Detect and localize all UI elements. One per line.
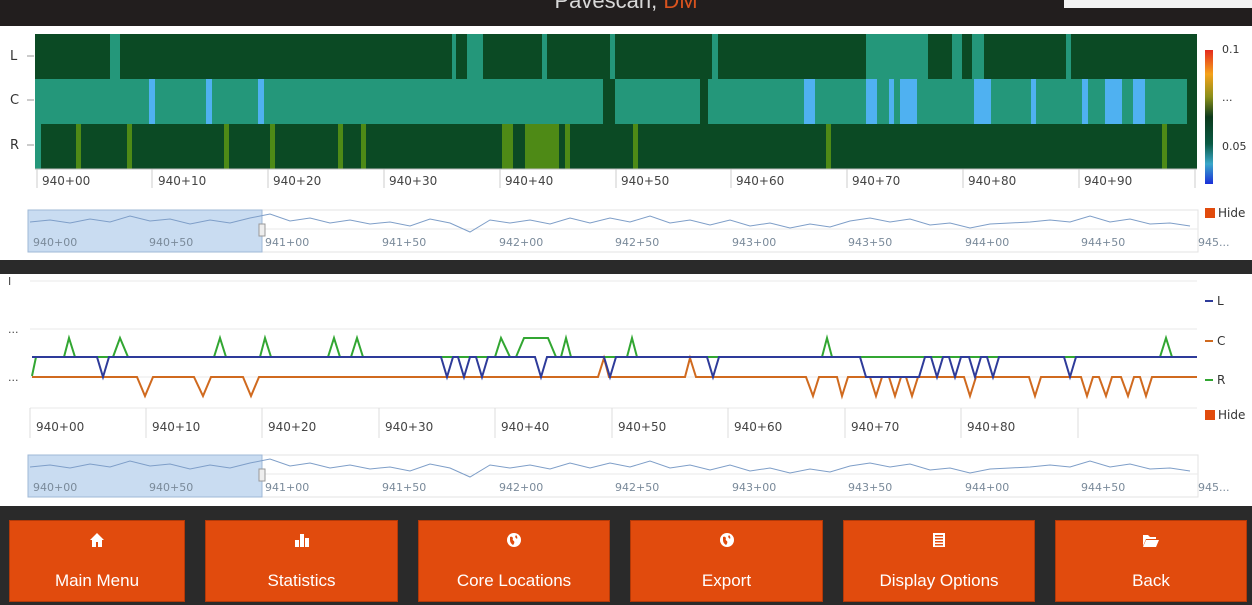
y-tick-1: ...	[8, 323, 19, 336]
heatmap-panel: L C R 0.1 ... 0.05 940+00 940+10 940+20 …	[0, 26, 1252, 260]
hide-toggle-heatmap[interactable]: Hide	[1205, 206, 1245, 220]
nav-tick-6: 943+00	[732, 236, 776, 249]
line-tick-8: 940+80	[967, 420, 1015, 434]
nav2-tick-5: 942+50	[615, 481, 659, 494]
heat-tick-3: 940+30	[389, 174, 437, 188]
hide-toggle-linechart[interactable]: Hide	[1205, 408, 1245, 422]
bottom-toolbar: Main Menu Statistics Core Locations Expo…	[0, 506, 1252, 605]
statistics-button[interactable]: Statistics	[205, 520, 398, 602]
hide-label-heatmap: Hide	[1218, 206, 1245, 220]
home-icon	[10, 531, 184, 549]
heatmap-x-axis: 940+00 940+10 940+20 940+30 940+40 940+5…	[36, 169, 1196, 188]
back-button[interactable]: Back	[1055, 520, 1247, 602]
row-label-L: L	[10, 49, 18, 64]
chart-legend: L C R	[1205, 294, 1225, 387]
display-options-label: Display Options	[879, 571, 999, 590]
colorbar-label-max: 0.1	[1222, 43, 1240, 56]
nav-tick-7: 943+50	[848, 236, 892, 249]
main-menu-label: Main Menu	[54, 571, 140, 590]
folder-open-icon	[1056, 531, 1246, 549]
line-tick-6: 940+60	[734, 420, 782, 434]
nav2-tick-2: 941+00	[265, 481, 309, 494]
nav-tick-2: 941+00	[265, 236, 309, 249]
y-tick-0: I	[8, 275, 11, 288]
nav-tick-0: 940+00	[33, 236, 77, 249]
heat-tick-2: 940+20	[273, 174, 321, 188]
nav2-tick-7: 943+50	[848, 481, 892, 494]
heat-tick-7: 940+70	[852, 174, 900, 188]
row-label-C: C	[10, 93, 19, 108]
title-bar: Pavescan, DM	[0, 0, 1252, 26]
heat-tick-8: 940+80	[968, 174, 1016, 188]
nav2-tick-0: 940+00	[33, 481, 77, 494]
nav-tick-3: 941+50	[382, 236, 426, 249]
colorbar-label-mid: ...	[1222, 91, 1233, 104]
nav-tick-4: 942+00	[499, 236, 543, 249]
nav2-tick-9: 944+50	[1081, 481, 1125, 494]
nav2-tick-8: 944+00	[965, 481, 1009, 494]
row-label-R: R	[10, 138, 19, 153]
heatmap-row-L	[35, 34, 1197, 79]
table-icon	[844, 531, 1034, 549]
overview-navigator[interactable]: 940+00 940+50 941+00 941+50 942+00 942+5…	[27, 209, 1230, 253]
nav2-tick-4: 942+00	[499, 481, 543, 494]
legend-C: C	[1217, 334, 1225, 348]
nav2-tick-6: 943+00	[732, 481, 776, 494]
colorbar	[1205, 50, 1213, 184]
display-options-button[interactable]: Display Options	[843, 520, 1035, 602]
series-L-line	[32, 356, 1197, 381]
core-locations-button[interactable]: Core Locations	[418, 520, 610, 602]
heatmap-row-C	[35, 79, 1197, 124]
heat-tick-0: 940+00	[42, 174, 90, 188]
heat-tick-4: 940+40	[505, 174, 553, 188]
overview-handle[interactable]	[258, 223, 266, 237]
colorbar-label-min: 0.05	[1222, 140, 1247, 153]
nav-tick-10: 945...	[1198, 236, 1230, 249]
bar-chart-icon	[206, 531, 397, 549]
heat-tick-9: 940+90	[1084, 174, 1132, 188]
globe-icon	[419, 531, 609, 549]
line-tick-7: 940+70	[851, 420, 899, 434]
line-tick-4: 940+40	[501, 420, 549, 434]
top-right-field[interactable]	[1064, 0, 1252, 8]
main-menu-button[interactable]: Main Menu	[9, 520, 185, 602]
nav-tick-5: 942+50	[615, 236, 659, 249]
legend-L: L	[1217, 294, 1224, 308]
line-tick-0: 940+00	[36, 420, 84, 434]
nav2-tick-1: 940+50	[149, 481, 193, 494]
line-x-axis: 940+00 940+10 940+20 940+30 940+40 940+5…	[29, 408, 1079, 438]
nav-tick-1: 940+50	[149, 236, 193, 249]
legend-R: R	[1217, 373, 1225, 387]
back-label: Back	[1132, 571, 1170, 590]
y-tick-2: ...	[8, 371, 19, 384]
line-tick-3: 940+30	[385, 420, 433, 434]
export-button[interactable]: Export	[630, 520, 823, 602]
line-tick-1: 940+10	[152, 420, 200, 434]
core-locations-label: Core Locations	[456, 571, 572, 590]
overview-navigator-2[interactable]: 940+00 940+50 941+00 941+50 942+00 942+5…	[27, 454, 1230, 498]
nav-tick-9: 944+50	[1081, 236, 1125, 249]
heat-tick-1: 940+10	[158, 174, 206, 188]
nav-tick-8: 944+00	[965, 236, 1009, 249]
export-label: Export	[701, 571, 752, 590]
heat-tick-5: 940+50	[621, 174, 669, 188]
nav2-tick-3: 941+50	[382, 481, 426, 494]
overview-handle-2[interactable]	[258, 468, 266, 482]
statistics-label: Statistics	[267, 571, 336, 590]
nav2-tick-10: 945...	[1198, 481, 1230, 494]
heatmap-row-R	[35, 124, 1197, 169]
line-tick-2: 940+20	[268, 420, 316, 434]
globe-icon	[631, 531, 822, 549]
heat-tick-6: 940+60	[736, 174, 784, 188]
hide-label-linechart: Hide	[1218, 408, 1245, 422]
line-tick-5: 940+50	[618, 420, 666, 434]
line-chart-panel: I ... ... L C R Hide 940+00 940+10 940+2…	[0, 274, 1252, 506]
